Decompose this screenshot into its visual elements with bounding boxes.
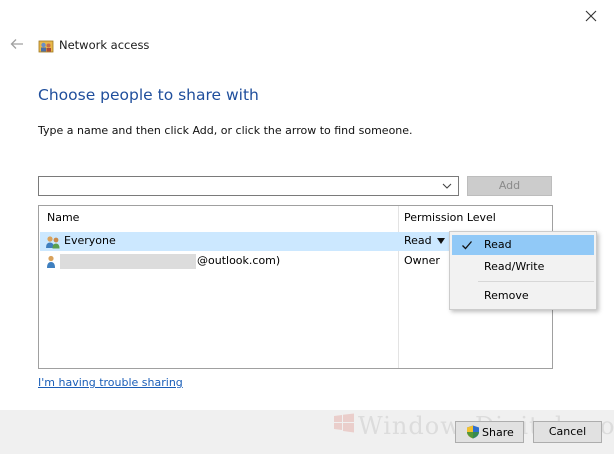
- menu-item-read[interactable]: Read: [452, 235, 594, 255]
- page-heading: Choose people to share with: [38, 86, 259, 104]
- user-email-suffix: @outlook.com): [197, 254, 281, 267]
- uac-shield-icon: [467, 425, 479, 439]
- menu-separator: [478, 281, 594, 282]
- redacted-user-email: [60, 254, 196, 269]
- share-button[interactable]: Share: [455, 421, 524, 443]
- name-combobox[interactable]: [38, 176, 459, 196]
- column-header-name[interactable]: Name: [47, 206, 79, 228]
- permission-menu: Read Read/Write Remove: [449, 231, 597, 310]
- group-users-icon: [46, 236, 60, 249]
- share-button-label: Share: [482, 426, 514, 439]
- menu-item-label: Remove: [484, 289, 529, 302]
- menu-item-remove[interactable]: Remove: [452, 286, 594, 306]
- menu-item-label: Read: [484, 238, 512, 251]
- name-input[interactable]: [42, 178, 441, 196]
- back-arrow-icon: [10, 39, 23, 49]
- permission-level: Owner: [404, 254, 440, 267]
- instruction-text: Type a name and then click Add, or click…: [38, 124, 413, 137]
- chevron-down-icon[interactable]: [441, 179, 453, 193]
- window-title: Network access: [59, 38, 150, 52]
- column-header-permission[interactable]: Permission Level: [404, 206, 496, 228]
- user-name: Everyone: [64, 234, 116, 247]
- user-icon: [47, 255, 55, 268]
- windows-logo-icon: [334, 413, 354, 433]
- back-button[interactable]: [8, 36, 26, 54]
- caret-down-icon[interactable]: [436, 237, 446, 245]
- trouble-sharing-link[interactable]: I'm having trouble sharing: [38, 376, 183, 389]
- cancel-button[interactable]: Cancel: [533, 421, 602, 443]
- close-icon: [585, 10, 597, 22]
- permission-level[interactable]: Read: [404, 234, 432, 247]
- checkmark-icon: [462, 241, 472, 250]
- menu-item-read-write[interactable]: Read/Write: [452, 257, 594, 277]
- close-button[interactable]: [580, 6, 602, 26]
- menu-item-label: Read/Write: [484, 260, 545, 273]
- column-divider: [398, 206, 399, 368]
- network-share-icon: [38, 40, 54, 53]
- add-button[interactable]: Add: [467, 176, 552, 196]
